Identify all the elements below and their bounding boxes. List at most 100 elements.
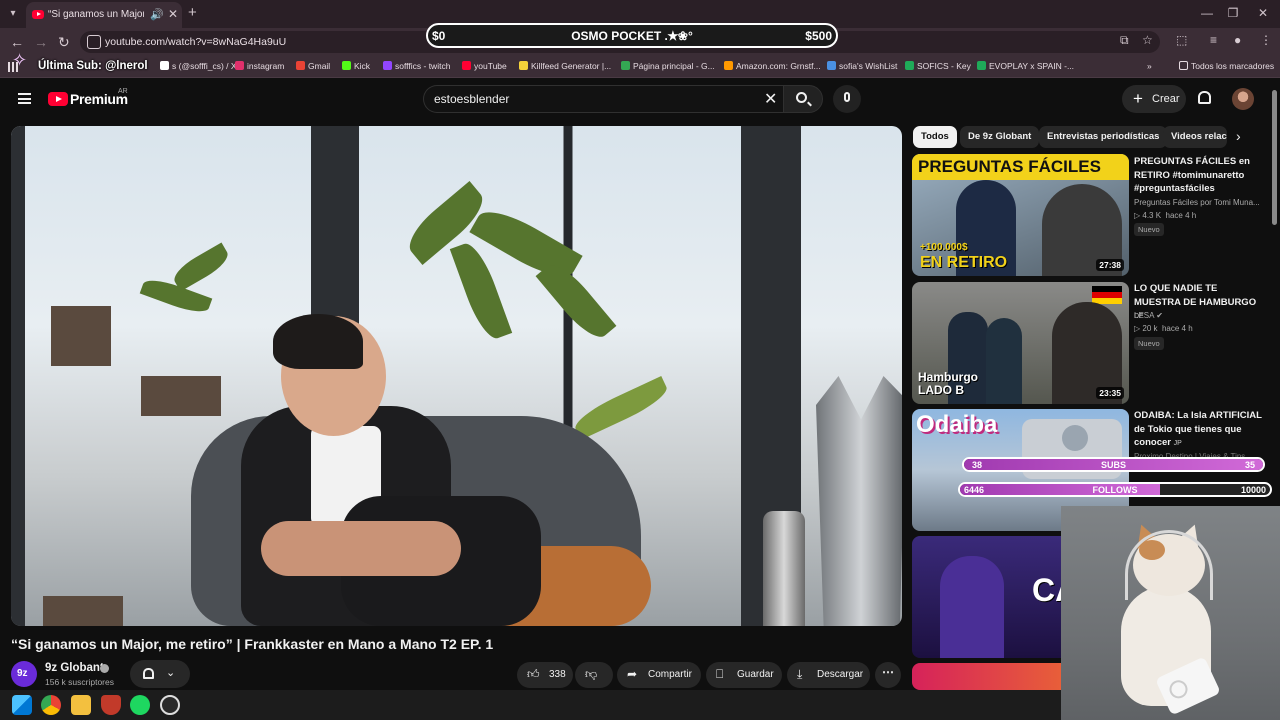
gmail-icon [296, 61, 305, 70]
thumb-subtitle-text: EN RETIRO [920, 254, 1008, 271]
verified-icon [100, 664, 109, 673]
bookmark-kick[interactable]: Kick [342, 61, 370, 71]
bookmark-instagram[interactable]: instagram [235, 61, 284, 71]
create-button[interactable]: + Crear [1122, 85, 1186, 113]
like-button[interactable]: 👍︎ 338 [517, 662, 573, 688]
bookmark-icon: ⎕ [716, 667, 724, 681]
reload-icon[interactable]: ↻ [58, 34, 70, 51]
last-sub-overlay: Última Sub: @lnerol [38, 60, 148, 72]
account-avatar[interactable] [1232, 88, 1254, 110]
download-button[interactable]: ⤓ Descargar [787, 662, 870, 688]
media-controls-icon[interactable]: ≡ [1210, 33, 1217, 47]
recommendation-channel[interactable]: LESA ✔ [1134, 311, 1259, 320]
chip-interviews[interactable]: Entrevistas periodísticas [1039, 126, 1168, 148]
plant-leaf [535, 256, 617, 346]
sheets-icon [977, 61, 986, 70]
menu-icon[interactable] [18, 93, 31, 104]
more-actions-button[interactable]: ⋯ [875, 662, 901, 688]
thumbs-down-icon: 👎︎ [585, 667, 598, 681]
browser-tab-active[interactable]: “Si ganamos un Major, me retiro” | Frank… [26, 2, 182, 28]
site-info-icon[interactable] [87, 35, 101, 49]
recommendation-channel[interactable]: Preguntas Fáciles por Tomi Muna... [1134, 198, 1259, 207]
dislike-button[interactable]: 👎︎ [575, 662, 613, 688]
person-arms [261, 521, 461, 576]
tab-search-button[interactable]: ▾ [4, 5, 22, 23]
recommendation-title[interactable]: PREGUNTAS FÁCILES en RETIRO #tomimunaret… [1134, 155, 1264, 196]
minimize-icon[interactable]: — [1200, 6, 1214, 20]
recommendation-thumbnail[interactable]: PREGUNTAS FÁCILES +100.000$ EN RETIRO 27… [912, 154, 1129, 276]
profile-icon[interactable]: ● [1234, 33, 1241, 47]
bookmark-drive[interactable]: Página principal - G... [621, 61, 715, 71]
forward-icon[interactable]: → [34, 34, 48, 50]
obs-icon[interactable] [160, 695, 180, 715]
bookmark-amazon[interactable]: Amazon.com: Grnstf... [724, 61, 821, 71]
channel-name[interactable]: 9z Globant [45, 662, 104, 674]
follows-label: FOLLOWS [1092, 485, 1138, 495]
subscription-notifications-button[interactable]: ⌄ [130, 660, 190, 688]
extensions-icon[interactable]: ⬚ [1176, 33, 1187, 47]
killfeed-icon [519, 61, 528, 70]
subs-goal: 35 [1244, 460, 1255, 470]
close-window-icon[interactable]: ✕ [1256, 6, 1270, 20]
recommendation-thumbnail[interactable]: Hamburgo LADO B 23:35 [912, 282, 1129, 404]
twitch-icon [383, 61, 392, 70]
new-tab-button[interactable]: + [188, 4, 197, 21]
bookmark-label: sofia's WishList [839, 61, 898, 71]
windows-start-icon[interactable] [12, 695, 32, 715]
bookmark-label: sofffics - twitch [395, 61, 451, 71]
file-explorer-icon[interactable] [71, 695, 91, 715]
plant-leaf [449, 238, 513, 344]
cast-icon[interactable]: ⧉ [1120, 33, 1129, 48]
youtube-logo-icon[interactable] [48, 92, 68, 106]
close-tab-icon[interactable]: ✕ [168, 7, 178, 21]
instagram-icon [235, 61, 244, 70]
plant-leaf [570, 375, 672, 441]
bookmark-x[interactable]: s (@sofffi_cs) / X [160, 61, 237, 71]
brave-icon[interactable] [101, 695, 121, 715]
search-box: ✕ [423, 85, 783, 113]
bookmark-twitch[interactable]: sofffics - twitch [383, 61, 450, 71]
bookmark-wishlist[interactable]: sofia's WishList [827, 61, 897, 71]
bookmark-gmail[interactable]: Gmail [296, 61, 330, 71]
bookmarks-bar: s (@sofffi_cs) / X instagram Gmail Kick … [0, 56, 1280, 78]
notifications-bell-icon[interactable] [1198, 91, 1211, 104]
search-button[interactable] [783, 85, 823, 113]
url-text[interactable]: youtube.com/watch?v=8wNaG4Ha9uU [105, 36, 286, 48]
plant-leaf [169, 242, 233, 292]
chevron-right-icon[interactable]: › [1236, 128, 1241, 144]
channel-label: LESA [1134, 311, 1155, 320]
restore-icon[interactable]: ❐ [1226, 6, 1240, 20]
chip-from-channel[interactable]: De 9z Globant [960, 126, 1040, 148]
speaker-icon[interactable]: 🔊 [150, 8, 164, 21]
channel-avatar[interactable] [11, 661, 37, 687]
goal-title: OSMO POCKET .✭❀° [571, 29, 693, 43]
page-scrollbar[interactable] [1272, 90, 1277, 225]
all-bookmarks-folder[interactable]: Todos los marcadores [1179, 61, 1274, 71]
video-player[interactable] [11, 126, 902, 626]
bookmark-killfeed[interactable]: Killfeed Generator |... [519, 61, 611, 71]
save-button[interactable]: ⎕ Guardar [706, 662, 782, 688]
amazon-icon [724, 61, 733, 70]
germany-flag-icon [1092, 286, 1122, 304]
more-bookmarks-icon[interactable]: » [1147, 61, 1152, 71]
bookmark-label: instagram [247, 61, 285, 71]
save-label: Guardar [737, 669, 774, 680]
recommendation-title[interactable]: ODAIBA: La Isla ARTIFICIAL de Tokio que … [1134, 409, 1264, 451]
menu-dots-icon[interactable]: ⋮ [1260, 33, 1272, 47]
chrome-icon[interactable] [41, 695, 61, 715]
search-input[interactable] [434, 92, 754, 106]
bookmark-sofics-key[interactable]: SOFICS - Key [905, 61, 971, 71]
share-button[interactable]: ➦ Compartir [617, 662, 701, 688]
spotify-icon[interactable] [130, 695, 150, 715]
chip-related[interactable]: Videos relac [1163, 126, 1227, 148]
chip-all[interactable]: Todos [913, 126, 957, 148]
bookmark-label: s (@sofffi_cs) / X [172, 61, 237, 71]
voice-search-button[interactable] [833, 85, 861, 113]
bookmark-youtube[interactable]: youTube [462, 61, 507, 71]
clear-search-icon[interactable]: ✕ [764, 89, 777, 109]
back-icon[interactable]: ← [10, 34, 24, 50]
share-label: Compartir [648, 669, 692, 680]
upload-age: hace 4 h [1165, 211, 1197, 220]
bookmark-star-icon[interactable]: ☆ [1142, 33, 1153, 47]
bookmark-evoplay[interactable]: EVOPLAY x SPAIN -... [977, 61, 1074, 71]
